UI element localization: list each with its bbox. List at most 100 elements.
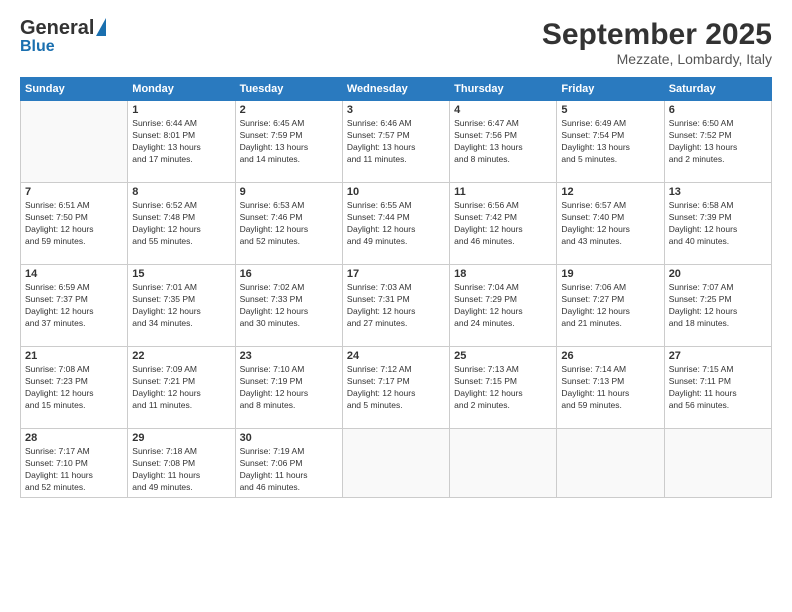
day-number: 3	[347, 104, 445, 116]
day-info: Sunrise: 7:04 AM Sunset: 7:29 PM Dayligh…	[454, 282, 552, 330]
day-info: Sunrise: 7:06 AM Sunset: 7:27 PM Dayligh…	[561, 282, 659, 330]
calendar-cell: 9 Sunrise: 6:53 AM Sunset: 7:46 PM Daylig…	[235, 183, 342, 265]
calendar-week-row: 7 Sunrise: 6:51 AM Sunset: 7:50 PM Daylig…	[21, 183, 772, 265]
weekday-header-saturday: Saturday	[664, 78, 771, 101]
day-info: Sunrise: 7:18 AM Sunset: 7:08 PM Dayligh…	[132, 446, 230, 494]
day-number: 27	[669, 350, 767, 362]
calendar-header-row: SundayMondayTuesdayWednesdayThursdayFrid…	[21, 78, 772, 101]
day-number: 8	[132, 186, 230, 198]
day-info: Sunrise: 6:57 AM Sunset: 7:40 PM Dayligh…	[561, 200, 659, 248]
day-info: Sunrise: 6:50 AM Sunset: 7:52 PM Dayligh…	[669, 118, 767, 166]
calendar-cell: 2Sunrise: 6:45 AM Sunset: 7:59 PM Daylig…	[235, 101, 342, 183]
day-number: 22	[132, 350, 230, 362]
day-info: Sunrise: 6:58 AM Sunset: 7:39 PM Dayligh…	[669, 200, 767, 248]
calendar-cell: 30 Sunrise: 7:19 AM Sunset: 7:06 PM Dayli…	[235, 429, 342, 498]
calendar-cell: 5 Sunrise: 6:49 AM Sunset: 7:54 PM Daylig…	[557, 101, 664, 183]
day-info: Sunrise: 6:49 AM Sunset: 7:54 PM Dayligh…	[561, 118, 659, 166]
weekday-header-thursday: Thursday	[450, 78, 557, 101]
day-info: Sunrise: 6:51 AM Sunset: 7:50 PM Dayligh…	[25, 200, 123, 248]
calendar-cell: 14Sunrise: 6:59 AM Sunset: 7:37 PM Dayli…	[21, 265, 128, 347]
title-area: September 2025 Mezzate, Lombardy, Italy	[542, 18, 772, 67]
calendar-cell: 6 Sunrise: 6:50 AM Sunset: 7:52 PM Daylig…	[664, 101, 771, 183]
day-number: 9	[240, 186, 338, 198]
day-info: Sunrise: 7:15 AM Sunset: 7:11 PM Dayligh…	[669, 364, 767, 412]
weekday-header-friday: Friday	[557, 78, 664, 101]
calendar-cell	[557, 429, 664, 498]
logo: General Blue	[20, 18, 106, 56]
calendar-cell: 17 Sunrise: 7:03 AM Sunset: 7:31 PM Dayli…	[342, 265, 449, 347]
day-number: 10	[347, 186, 445, 198]
calendar-cell: 23 Sunrise: 7:10 AM Sunset: 7:19 PM Dayli…	[235, 347, 342, 429]
day-number: 5	[561, 104, 659, 116]
weekday-header-tuesday: Tuesday	[235, 78, 342, 101]
day-number: 16	[240, 268, 338, 280]
calendar-table: SundayMondayTuesdayWednesdayThursdayFrid…	[20, 77, 772, 498]
calendar-cell	[21, 101, 128, 183]
day-info: Sunrise: 6:44 AM Sunset: 8:01 PM Dayligh…	[132, 118, 230, 166]
day-number: 2	[240, 104, 338, 116]
calendar-cell: 20 Sunrise: 7:07 AM Sunset: 7:25 PM Dayli…	[664, 265, 771, 347]
day-number: 18	[454, 268, 552, 280]
calendar-cell: 16Sunrise: 7:02 AM Sunset: 7:33 PM Dayli…	[235, 265, 342, 347]
weekday-header-sunday: Sunday	[21, 78, 128, 101]
day-info: Sunrise: 7:01 AM Sunset: 7:35 PM Dayligh…	[132, 282, 230, 330]
day-number: 7	[25, 186, 123, 198]
day-number: 20	[669, 268, 767, 280]
day-number: 24	[347, 350, 445, 362]
calendar-cell	[664, 429, 771, 498]
day-number: 14	[25, 268, 123, 280]
day-info: Sunrise: 7:17 AM Sunset: 7:10 PM Dayligh…	[25, 446, 123, 494]
calendar-week-row: 14Sunrise: 6:59 AM Sunset: 7:37 PM Dayli…	[21, 265, 772, 347]
day-info: Sunrise: 7:13 AM Sunset: 7:15 PM Dayligh…	[454, 364, 552, 412]
day-info: Sunrise: 7:07 AM Sunset: 7:25 PM Dayligh…	[669, 282, 767, 330]
day-info: Sunrise: 6:53 AM Sunset: 7:46 PM Dayligh…	[240, 200, 338, 248]
calendar-cell: 12 Sunrise: 6:57 AM Sunset: 7:40 PM Dayli…	[557, 183, 664, 265]
day-number: 4	[454, 104, 552, 116]
calendar-cell: 13 Sunrise: 6:58 AM Sunset: 7:39 PM Dayli…	[664, 183, 771, 265]
day-number: 6	[669, 104, 767, 116]
calendar-cell: 1 Sunrise: 6:44 AM Sunset: 8:01 PM Daylig…	[128, 101, 235, 183]
logo-triangle-icon	[96, 18, 106, 36]
month-title: September 2025	[542, 18, 772, 51]
day-number: 26	[561, 350, 659, 362]
calendar-cell: 26 Sunrise: 7:14 AM Sunset: 7:13 PM Dayli…	[557, 347, 664, 429]
day-number: 12	[561, 186, 659, 198]
day-number: 15	[132, 268, 230, 280]
calendar-cell: 29Sunrise: 7:18 AM Sunset: 7:08 PM Dayli…	[128, 429, 235, 498]
day-info: Sunrise: 6:46 AM Sunset: 7:57 PM Dayligh…	[347, 118, 445, 166]
calendar-cell: 4Sunrise: 6:47 AM Sunset: 7:56 PM Daylig…	[450, 101, 557, 183]
calendar-cell: 10 Sunrise: 6:55 AM Sunset: 7:44 PM Dayli…	[342, 183, 449, 265]
day-number: 21	[25, 350, 123, 362]
calendar-cell: 28 Sunrise: 7:17 AM Sunset: 7:10 PM Dayli…	[21, 429, 128, 498]
logo-blue: Blue	[20, 38, 55, 56]
calendar-cell: 22 Sunrise: 7:09 AM Sunset: 7:21 PM Dayli…	[128, 347, 235, 429]
day-info: Sunrise: 7:14 AM Sunset: 7:13 PM Dayligh…	[561, 364, 659, 412]
weekday-header-monday: Monday	[128, 78, 235, 101]
day-info: Sunrise: 6:56 AM Sunset: 7:42 PM Dayligh…	[454, 200, 552, 248]
day-number: 17	[347, 268, 445, 280]
day-info: Sunrise: 7:19 AM Sunset: 7:06 PM Dayligh…	[240, 446, 338, 494]
calendar-cell: 7 Sunrise: 6:51 AM Sunset: 7:50 PM Daylig…	[21, 183, 128, 265]
calendar-cell	[342, 429, 449, 498]
day-number: 23	[240, 350, 338, 362]
calendar-week-row: 21 Sunrise: 7:08 AM Sunset: 7:23 PM Dayli…	[21, 347, 772, 429]
calendar-week-row: 28 Sunrise: 7:17 AM Sunset: 7:10 PM Dayli…	[21, 429, 772, 498]
day-number: 1	[132, 104, 230, 116]
logo-general: General	[20, 18, 94, 38]
day-info: Sunrise: 7:09 AM Sunset: 7:21 PM Dayligh…	[132, 364, 230, 412]
day-number: 25	[454, 350, 552, 362]
calendar-week-row: 1 Sunrise: 6:44 AM Sunset: 8:01 PM Daylig…	[21, 101, 772, 183]
day-info: Sunrise: 6:55 AM Sunset: 7:44 PM Dayligh…	[347, 200, 445, 248]
day-info: Sunrise: 7:08 AM Sunset: 7:23 PM Dayligh…	[25, 364, 123, 412]
day-number: 30	[240, 432, 338, 444]
day-number: 11	[454, 186, 552, 198]
calendar-cell: 25 Sunrise: 7:13 AM Sunset: 7:15 PM Dayli…	[450, 347, 557, 429]
day-info: Sunrise: 7:03 AM Sunset: 7:31 PM Dayligh…	[347, 282, 445, 330]
day-info: Sunrise: 7:10 AM Sunset: 7:19 PM Dayligh…	[240, 364, 338, 412]
day-number: 19	[561, 268, 659, 280]
day-number: 28	[25, 432, 123, 444]
calendar-cell: 21 Sunrise: 7:08 AM Sunset: 7:23 PM Dayli…	[21, 347, 128, 429]
calendar-cell: 3 Sunrise: 6:46 AM Sunset: 7:57 PM Daylig…	[342, 101, 449, 183]
day-number: 13	[669, 186, 767, 198]
calendar-cell: 11 Sunrise: 6:56 AM Sunset: 7:42 PM Dayli…	[450, 183, 557, 265]
